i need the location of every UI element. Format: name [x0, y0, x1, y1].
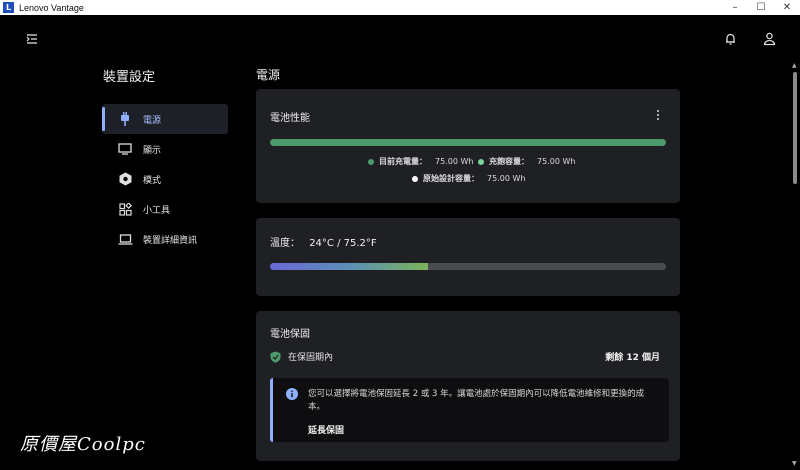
- plug-icon: [117, 111, 133, 127]
- warranty-status: 在保固期內: [288, 353, 334, 363]
- extend-warranty-link[interactable]: 延長保固: [308, 423, 344, 436]
- warranty-info-text: 您可以選擇將電池保固延長 2 或 3 年。讓電池處於保固期內可以降低電池維修和更…: [308, 389, 645, 412]
- legend-label: 目前充電量：: [379, 157, 427, 166]
- scroll-thumb[interactable]: [793, 72, 797, 184]
- window-title: Lenovo Vantage: [19, 2, 84, 13]
- card-title: 電池性能: [270, 113, 310, 124]
- warranty-status-row: 在保固期內 剩餘 12 個月: [270, 350, 660, 363]
- page-scrollbar[interactable]: ▲ ▼: [790, 62, 800, 470]
- maximize-button[interactable]: ☐: [748, 0, 774, 15]
- legend-dot: [412, 175, 418, 182]
- card-title: 電池保固: [270, 329, 310, 340]
- shield-check-icon: [270, 351, 281, 363]
- user-icon[interactable]: [762, 31, 777, 46]
- temperature-card: 溫度： 24°C / 75.2°F: [256, 218, 680, 296]
- sidebar-item-label: 模式: [143, 175, 162, 186]
- sidebar-item-label: 裝置詳細資訊: [143, 235, 198, 246]
- laptop-icon: [117, 231, 133, 247]
- temperature-label: 溫度：: [270, 238, 300, 249]
- scroll-down-arrow-icon[interactable]: ▼: [792, 460, 797, 467]
- legend-full-charge-capacity: 充飽容量： 75.00 Wh: [478, 156, 575, 167]
- bell-icon[interactable]: [723, 31, 738, 46]
- legend-value: 75.00 Wh: [537, 157, 576, 166]
- sidebar-item-label: 電源: [143, 115, 162, 126]
- sidebar-item-power[interactable]: 電源: [102, 104, 228, 134]
- warranty-remaining: 剩餘 12 個月: [605, 353, 660, 363]
- legend-value: 75.00 Wh: [487, 174, 526, 183]
- legend-value: 75.00 Wh: [435, 157, 474, 166]
- sidebar-item-display[interactable]: 顯示: [102, 134, 228, 164]
- info-icon: [286, 388, 298, 400]
- battery-warranty-card: 電池保固 在保固期內 剩餘 12 個月 您可以選擇將電池保固延長 2 或 3 年…: [256, 311, 680, 461]
- sidebar-item-label: 顯示: [143, 145, 162, 156]
- sidebar-item-mode[interactable]: 模式: [102, 164, 228, 194]
- sidebar-item-widgets[interactable]: 小工具: [102, 194, 228, 224]
- legend-current-charge: 目前充電量： 75.00 Wh: [368, 156, 473, 167]
- close-button[interactable]: ✕: [774, 0, 800, 15]
- scroll-up-arrow-icon[interactable]: ▲: [792, 62, 797, 69]
- temperature-readout: 溫度： 24°C / 75.2°F: [270, 234, 377, 249]
- menu-toggle-icon[interactable]: [25, 32, 39, 46]
- legend-design-capacity: 原始設計容量： 75.00 Wh: [412, 173, 525, 184]
- battery-performance-card: 電池性能 目前充電量： 75.00 Wh 充飽容量： 75.00 Wh 原始設計…: [256, 89, 680, 203]
- section-title: 電源: [256, 68, 281, 82]
- temperature-fill: [270, 263, 429, 270]
- legend-dot: [478, 158, 484, 165]
- battery-capacity-bar: [270, 139, 666, 146]
- legend-label: 充飽容量：: [489, 157, 529, 166]
- widgets-icon: [117, 201, 133, 217]
- minimize-button[interactable]: –: [722, 0, 748, 15]
- temperature-bar: [270, 263, 666, 270]
- lenovo-logo-icon: L: [3, 2, 14, 13]
- page-title: 裝置設定: [103, 70, 156, 85]
- sidebar-item-label: 小工具: [143, 205, 171, 216]
- sidebar-item-device-details[interactable]: 裝置詳細資訊: [102, 224, 228, 254]
- warranty-info-box: 您可以選擇將電池保固延長 2 或 3 年。讓電池處於保固期內可以降低電池維修和更…: [270, 378, 669, 442]
- battery-capacity-fill: [270, 139, 666, 146]
- legend-label: 原始設計容量：: [423, 174, 479, 183]
- monitor-icon: [117, 141, 133, 157]
- settings-sidebar: 電源 顯示 模式 小工具 裝置詳細資訊: [102, 104, 228, 254]
- more-options-icon[interactable]: [656, 109, 660, 121]
- watermark: 原價屋Coolpc: [20, 434, 146, 455]
- legend-dot: [368, 158, 374, 165]
- temperature-value: 24°C / 75.2°F: [309, 238, 377, 249]
- title-bar: L Lenovo Vantage – ☐ ✕: [0, 0, 800, 15]
- hexagon-mode-icon: [117, 171, 133, 187]
